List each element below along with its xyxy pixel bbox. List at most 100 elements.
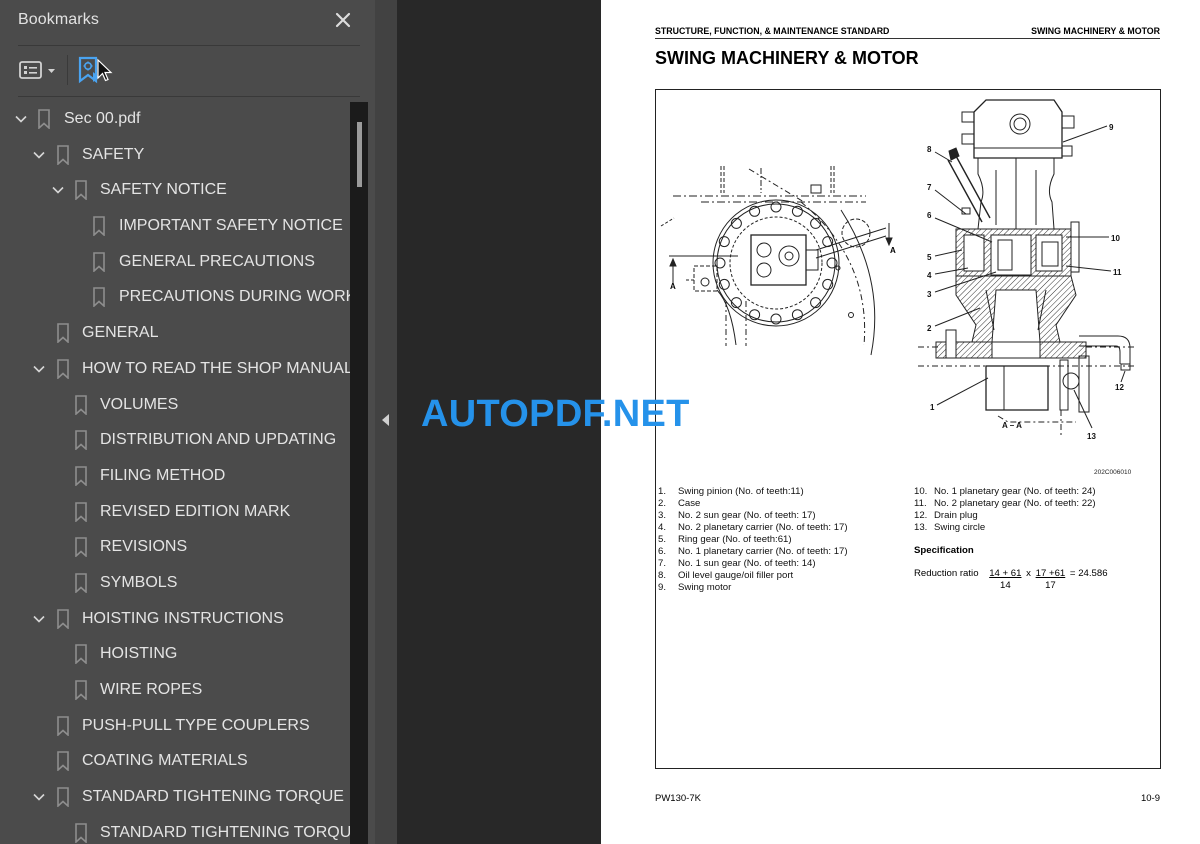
- chevron-down-icon[interactable]: [14, 112, 28, 126]
- section-view-drawing: [918, 99, 1136, 435]
- bookmark-item[interactable]: IMPORTANT SAFETY NOTICE: [0, 208, 350, 244]
- callout-1: 1: [930, 403, 935, 412]
- bookmark-icon: [75, 394, 87, 415]
- legend-item: 5. Ring gear (No. of teeth:61): [658, 534, 792, 545]
- close-icon[interactable]: [333, 10, 353, 30]
- bookmark-label: SYMBOLS: [100, 573, 178, 591]
- bookmark-label: STANDARD TIGHTENING TORQUE: [82, 788, 344, 806]
- chevron-down-icon[interactable]: [32, 790, 46, 804]
- chevron-down-icon[interactable]: [32, 362, 46, 376]
- bookmark-item[interactable]: HOISTING INSTRUCTIONS: [0, 601, 350, 637]
- bookmark-label: HOW TO READ THE SHOP MANUAL: [82, 359, 350, 377]
- section-mark-right: A: [890, 246, 896, 255]
- bookmark-label: VOLUMES: [100, 395, 179, 413]
- bookmark-item[interactable]: STANDARD TIGHTENING TORQUE: [0, 815, 350, 844]
- caret-down-icon: [48, 69, 55, 73]
- bookmark-tree: Sec 00.pdf SAFETY SAFETY NOTICE IMPORTAN…: [0, 101, 350, 844]
- top-view-drawing: [660, 166, 893, 356]
- bookmark-label: GENERAL: [82, 324, 159, 342]
- panel-splitter[interactable]: [375, 0, 397, 844]
- bookmark-item[interactable]: SAFETY: [0, 137, 350, 173]
- chevron-down-icon[interactable]: [32, 612, 46, 626]
- bookmark-item[interactable]: STANDARD TIGHTENING TORQUE: [0, 779, 350, 815]
- bookmark-label: FILING METHOD: [100, 466, 226, 484]
- watermark-text: AUTOPDF.NET: [421, 393, 690, 435]
- chevron-down-icon[interactable]: [51, 183, 65, 197]
- bookmark-item[interactable]: PRECAUTIONS DURING WORK: [0, 279, 350, 315]
- bookmark-icon: [75, 501, 87, 522]
- bookmark-settings-button[interactable]: [78, 56, 100, 84]
- bookmark-item[interactable]: GENERAL: [0, 315, 350, 351]
- bookmark-item[interactable]: SAFETY NOTICE: [0, 172, 350, 208]
- bookmark-item[interactable]: SYMBOLS: [0, 565, 350, 601]
- bookmark-item[interactable]: DISTRIBUTION AND UPDATING: [0, 422, 350, 458]
- figure-box: A A 9 8 7 6 10 5 11 4 3 2 12 1 13 A – A …: [655, 89, 1161, 769]
- specification-heading: Specification: [914, 545, 974, 556]
- bookmark-icon: [93, 216, 105, 237]
- bookmark-icon: [75, 466, 87, 486]
- chevron-down-icon[interactable]: [32, 148, 46, 162]
- bookmark-icon: [75, 537, 87, 558]
- bookmark-label: DISTRIBUTION AND UPDATING: [100, 431, 337, 449]
- bookmark-item[interactable]: VOLUMES: [0, 387, 350, 423]
- panel-title: Bookmarks: [18, 11, 99, 28]
- bookmark-icon: [57, 715, 69, 736]
- bookmark-item[interactable]: COATING MATERIALS: [0, 743, 350, 779]
- callout-3: 3: [927, 290, 932, 299]
- callout-2: 2: [927, 324, 932, 333]
- callout-6: 6: [927, 211, 932, 220]
- page-title: SWING MACHINERY & MOTOR: [655, 48, 919, 68]
- bookmark-icon: [75, 430, 87, 451]
- bookmark-item[interactable]: HOW TO READ THE SHOP MANUAL: [0, 351, 350, 387]
- bookmarks-scrollbar[interactable]: [350, 102, 368, 844]
- bookmark-item[interactable]: Sec 00.pdf: [0, 101, 350, 137]
- figure-code: 202C006010: [1094, 469, 1132, 476]
- footer-model: PW130-7K: [655, 793, 701, 804]
- legend-item: 7. No. 1 sun gear (No. of teeth: 14): [658, 558, 816, 569]
- bookmark-label: GENERAL PRECAUTIONS: [119, 252, 315, 270]
- section-view-label: A – A: [1002, 421, 1022, 430]
- bookmark-item[interactable]: GENERAL PRECAUTIONS: [0, 244, 350, 280]
- bookmark-icon: [57, 787, 69, 808]
- callout-11: 11: [1113, 268, 1122, 277]
- parts-legend-left: 1. Swing pinion (No. of teeth:11) 2. Case …: [658, 486, 848, 594]
- bookmark-icon: [75, 822, 87, 843]
- legend-item: 12. Drain plug: [914, 510, 978, 521]
- bookmark-item[interactable]: WIRE ROPES: [0, 672, 350, 708]
- bookmarks-panel: Bookmarks Sec 00.pdf SAFETY SAFETY NOTIC…: [0, 0, 375, 844]
- bookmark-item[interactable]: PUSH-PULL TYPE COUPLERS: [0, 708, 350, 744]
- legend-item: 11. No. 2 planetary gear (No. of teeth: 2…: [914, 498, 1096, 509]
- bookmark-icon: [57, 751, 69, 772]
- bookmark-icon: [75, 680, 87, 700]
- legend-item: 4. No. 2 planetary carrier (No. of teeth:…: [658, 522, 848, 533]
- scrollbar-thumb[interactable]: [357, 122, 362, 187]
- bookmark-icon: [57, 359, 69, 379]
- technical-drawing: A A 9 8 7 6 10 5 11 4 3 2 12 1 13 A – A …: [660, 99, 1136, 476]
- bookmark-icon: [57, 323, 69, 344]
- divider: [18, 96, 360, 97]
- bookmark-item[interactable]: REVISIONS: [0, 529, 350, 565]
- fraction-2: 17 +61 17: [1035, 568, 1066, 591]
- reduction-ratio: Reduction ratio 14 + 61 14 x 17 +61 17 =…: [914, 568, 1108, 592]
- callout-12: 12: [1115, 383, 1124, 392]
- legend-item: 9. Swing motor: [658, 582, 732, 593]
- bolt-circle: [714, 201, 838, 325]
- bookmark-label: IMPORTANT SAFETY NOTICE: [119, 217, 343, 235]
- bookmark-icon: [75, 180, 87, 201]
- callout-9: 9: [1109, 123, 1114, 132]
- list-options-icon: [19, 61, 42, 79]
- bookmark-item[interactable]: FILING METHOD: [0, 458, 350, 494]
- ratio-label: Reduction ratio: [914, 568, 979, 579]
- bookmark-label: REVISIONS: [100, 538, 188, 556]
- divider: [18, 45, 360, 46]
- bookmark-label: HOISTING INSTRUCTIONS: [82, 609, 284, 627]
- bookmark-label: HOISTING: [100, 645, 178, 663]
- bookmark-item[interactable]: HOISTING: [0, 636, 350, 672]
- bookmark-item[interactable]: REVISED EDITION MARK: [0, 494, 350, 530]
- list-options-button[interactable]: [18, 58, 58, 82]
- collapse-panel-arrow-icon[interactable]: [382, 414, 389, 426]
- bookmark-label: COATING MATERIALS: [82, 752, 248, 770]
- bookmark-label: SAFETY NOTICE: [100, 181, 227, 199]
- bookmark-icon: [93, 251, 105, 272]
- legend-item: 13. Swing circle: [914, 522, 986, 533]
